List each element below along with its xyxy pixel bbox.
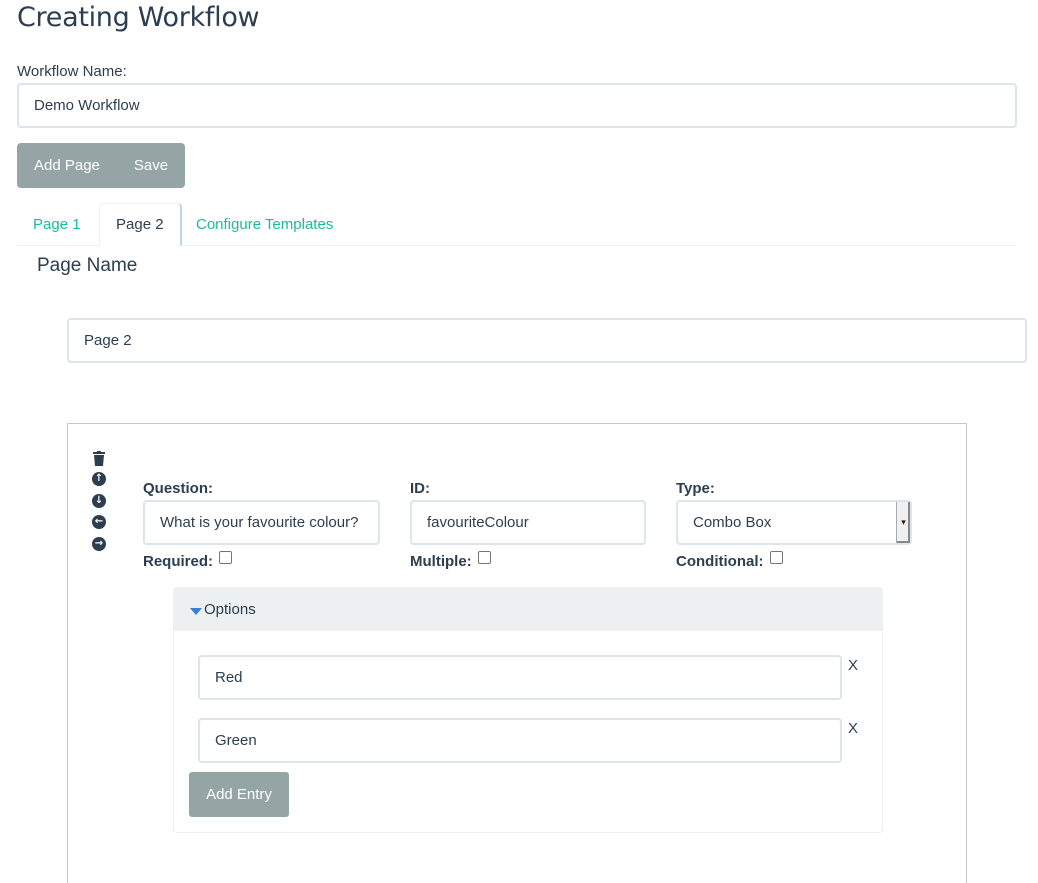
workflow-name-input[interactable]: Demo Workflow (17, 83, 1017, 128)
type-label: Type: (676, 480, 715, 497)
options-toggle[interactable]: Options (174, 588, 882, 631)
option-entry-value: Green (215, 732, 257, 749)
trash-icon[interactable] (92, 450, 106, 466)
arrow-up-circle-icon[interactable]: ↑ (92, 472, 106, 486)
page-name-heading: Page Name (37, 255, 138, 276)
option-entry-input[interactable]: Red (198, 655, 842, 700)
conditional-label: Conditional: (676, 553, 764, 570)
options-heading: Options (204, 601, 256, 618)
option-entry-value: Red (215, 669, 243, 686)
arrow-right-circle-icon[interactable]: → (92, 537, 106, 551)
workflow-name-label: Workflow Name: (17, 63, 127, 80)
type-value: Combo Box (693, 514, 772, 531)
id-value: favouriteColour (427, 514, 529, 531)
page-title: Creating Workflow (17, 2, 260, 33)
add-page-button[interactable]: Add Page (17, 143, 117, 188)
required-label: Required: (143, 553, 214, 570)
workflow-editor-page: Creating Workflow Workflow Name: Demo Wo… (0, 0, 1038, 883)
arrow-down-circle-icon[interactable]: ↓ (92, 494, 106, 508)
tab-configure-templates[interactable]: Configure Templates (180, 203, 349, 245)
remove-option-button[interactable]: X (848, 720, 858, 737)
question-label: Question: (143, 480, 213, 497)
multiple-label: Multiple: (410, 553, 472, 570)
add-entry-button[interactable]: Add Entry (189, 772, 289, 817)
chevron-down-icon[interactable]: ▾ (896, 502, 910, 543)
required-checkbox[interactable] (219, 551, 232, 564)
page-name-value: Page 2 (84, 332, 132, 349)
conditional-checkbox[interactable] (770, 551, 783, 564)
tab-page-2[interactable]: Page 2 (99, 203, 182, 246)
save-button[interactable]: Save (117, 143, 185, 188)
toolbar-button-group: Add Page Save (17, 143, 186, 188)
option-entry-input[interactable]: Green (198, 718, 842, 763)
arrow-left-circle-icon[interactable]: ← (92, 515, 106, 529)
page-tabs: Page 1 Page 2 Configure Templates (17, 203, 1016, 246)
id-input[interactable]: favouriteColour (410, 500, 646, 545)
multiple-checkbox[interactable] (478, 551, 491, 564)
question-value: What is your favourite colour? (160, 514, 359, 531)
id-label: ID: (410, 480, 430, 497)
caret-down-icon (190, 607, 202, 615)
page-name-input[interactable]: Page 2 (67, 318, 1027, 363)
workflow-name-value: Demo Workflow (34, 97, 140, 114)
remove-option-button[interactable]: X (848, 657, 858, 674)
type-select[interactable]: Combo Box ▾ (676, 500, 912, 545)
question-input[interactable]: What is your favourite colour? (143, 500, 380, 545)
tab-page-1[interactable]: Page 1 (17, 203, 97, 245)
